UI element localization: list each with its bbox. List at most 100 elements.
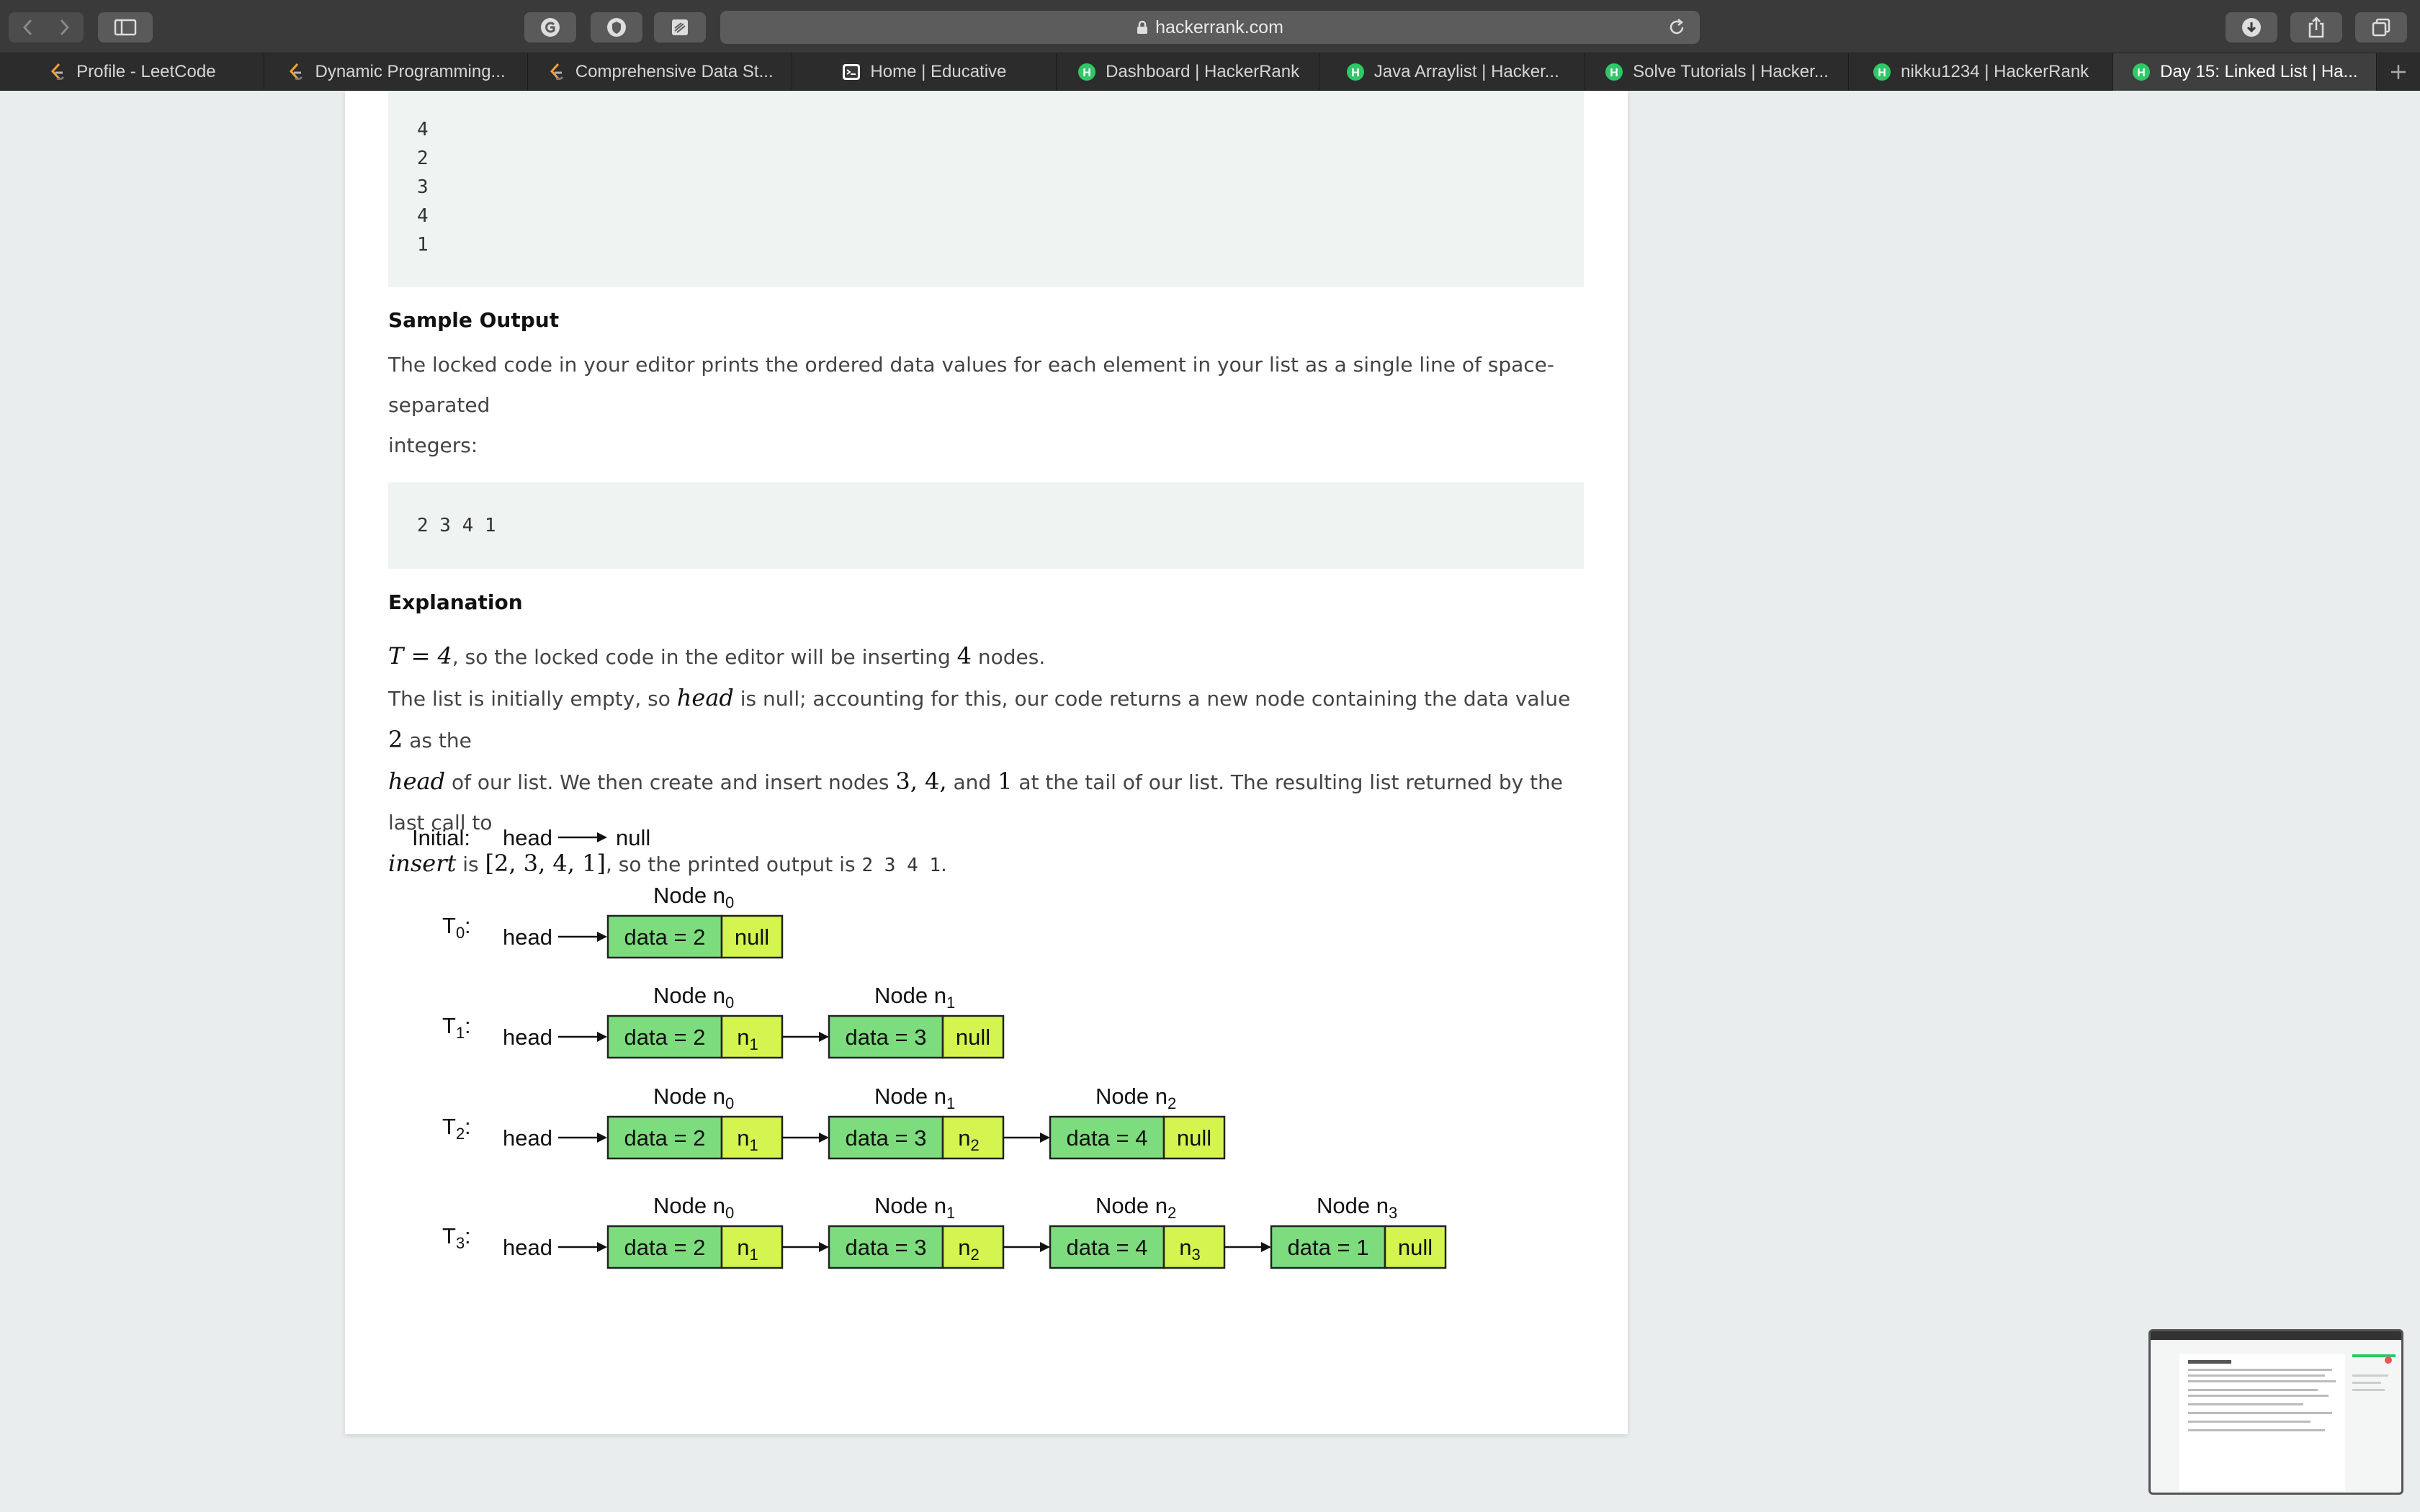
browser-tab[interactable]: H Java Arraylist | Hacker... [1320, 53, 1585, 91]
sidebar-toggle-button[interactable] [98, 12, 153, 42]
initial-arrow-head [597, 832, 607, 842]
node-title: Node n1 [874, 1084, 955, 1112]
node-link-arrow-head [1261, 1242, 1271, 1252]
row-label-0: T0 [442, 913, 465, 942]
node-title: Node n1 [874, 1193, 955, 1222]
problem-card: 42341 Sample Output The locked code in y… [345, 91, 1628, 1434]
node-title: Node n0 [653, 1084, 734, 1112]
node-next-null: null [1177, 1125, 1211, 1151]
grammarly-icon [541, 18, 560, 37]
tab-label: Profile - LeetCode [76, 62, 216, 81]
hackerrank-icon: H [2131, 62, 2151, 82]
address-bar[interactable]: hackerrank.com [720, 11, 1700, 44]
head-arrow-head [597, 1242, 607, 1252]
page-thumbnail-icon [2151, 1331, 2401, 1493]
node-next-null: null [1398, 1235, 1433, 1260]
node-link-arrow-head [1040, 1242, 1050, 1252]
tab-overview-button[interactable] [2355, 12, 2407, 42]
node-next-null: null [956, 1025, 990, 1050]
tab-label: Solve Tutorials | Hacker... [1633, 62, 1829, 81]
node-link-arrow-head [819, 1032, 829, 1042]
head-label: head [503, 1025, 552, 1050]
browser-tab[interactable]: Home | Educative [792, 53, 1057, 91]
node-data-text: data = 3 [846, 1125, 927, 1151]
leetcode-icon [48, 62, 68, 82]
row-label-3: T3 [442, 1223, 465, 1252]
node-link-arrow-head [819, 1242, 829, 1252]
node-data-text: data = 2 [624, 1025, 706, 1050]
svg-text:H: H [2137, 67, 2146, 79]
row-label-2: T2 [442, 1114, 465, 1143]
privacy-extension-button[interactable] [591, 12, 642, 42]
browser-tab[interactable]: Dynamic Programming... [264, 53, 529, 91]
initial-label: Initial: [412, 825, 470, 850]
forward-icon[interactable] [46, 19, 82, 36]
browser-tab[interactable]: H Dashboard | HackerRank [1057, 53, 1321, 91]
download-icon [2242, 18, 2261, 37]
head-label: head [503, 1235, 552, 1260]
head-arrow-head [597, 1032, 607, 1042]
tab-label: Java Arraylist | Hacker... [1373, 62, 1559, 81]
browser-tab[interactable]: H Solve Tutorials | Hacker... [1585, 53, 1849, 91]
node-title: Node n1 [874, 983, 955, 1012]
tab-label: Comprehensive Data St... [575, 62, 774, 81]
node-data-text: data = 4 [1067, 1125, 1148, 1151]
browser-tab[interactable]: Hnikku1234 | HackerRank [1849, 53, 2113, 91]
node-link-arrow-head [1040, 1133, 1050, 1143]
tabs-icon [2372, 18, 2390, 37]
tab-label: Dynamic Programming... [315, 62, 506, 81]
node-title: Node n3 [1317, 1193, 1397, 1222]
head-arrow-head [597, 932, 607, 942]
head-label: head [503, 825, 552, 850]
reload-icon[interactable] [1667, 17, 1687, 37]
node-data-text: data = 2 [624, 924, 706, 950]
row-label-colon: : [465, 1114, 471, 1139]
null-label: null [616, 825, 650, 850]
node-data-text: data = 3 [846, 1025, 927, 1050]
plus-icon [2391, 65, 2406, 79]
tab-label: Day 15: Linked List | Ha... [2160, 62, 2358, 81]
svg-text:H: H [1878, 67, 1886, 79]
row-label-colon: : [465, 1223, 471, 1248]
notes-icon [672, 19, 688, 35]
row-label-colon: : [465, 913, 471, 938]
notes-extension-button[interactable] [654, 12, 706, 42]
node-data-text: data = 2 [624, 1125, 706, 1151]
new-tab-button[interactable] [2377, 53, 2420, 91]
node-link-arrow-head [819, 1133, 829, 1143]
node-title: Node n0 [653, 983, 734, 1012]
head-label: head [503, 1125, 552, 1151]
head-arrow-head [597, 1133, 607, 1143]
browser-tab[interactable]: Comprehensive Data St... [528, 53, 793, 91]
hackerrank-icon: H [1345, 62, 1366, 82]
node-data-text: data = 4 [1067, 1235, 1148, 1260]
row-label-1: T1 [442, 1013, 465, 1042]
downloads-button[interactable] [2226, 12, 2277, 42]
head-label: head [503, 924, 552, 950]
node-data-text: data = 3 [846, 1235, 927, 1260]
svg-text:H: H [1351, 67, 1360, 79]
node-data-text: data = 2 [624, 1235, 706, 1260]
hackerrank-icon: H [1872, 62, 1892, 82]
row-label-colon: : [465, 1013, 471, 1038]
node-title: Node n2 [1095, 1193, 1176, 1222]
node-next-null: null [735, 924, 769, 950]
back-icon[interactable] [10, 19, 46, 36]
tab-label: Home | Educative [870, 62, 1007, 81]
share-icon [2308, 17, 2324, 38]
tab-label: nikku1234 | HackerRank [1901, 62, 2089, 81]
node-title: Node n0 [653, 1193, 734, 1222]
svg-text:H: H [1083, 67, 1091, 79]
tab-label: Dashboard | HackerRank [1106, 62, 1300, 81]
lock-icon [1137, 20, 1148, 34]
educative-icon [841, 62, 861, 82]
url-text: hackerrank.com [1155, 17, 1283, 37]
node-title: Node n0 [653, 883, 734, 912]
hackerrank-icon: H [1077, 62, 1097, 82]
window-thumbnail-preview[interactable] [2148, 1329, 2403, 1495]
share-button[interactable] [2290, 12, 2342, 42]
grammarly-extension-button[interactable] [524, 12, 576, 42]
browser-tab[interactable]: H Day 15: Linked List | Ha... [2112, 53, 2378, 91]
browser-tab[interactable]: Profile - LeetCode [0, 53, 264, 91]
sidebar-icon [114, 19, 137, 36]
